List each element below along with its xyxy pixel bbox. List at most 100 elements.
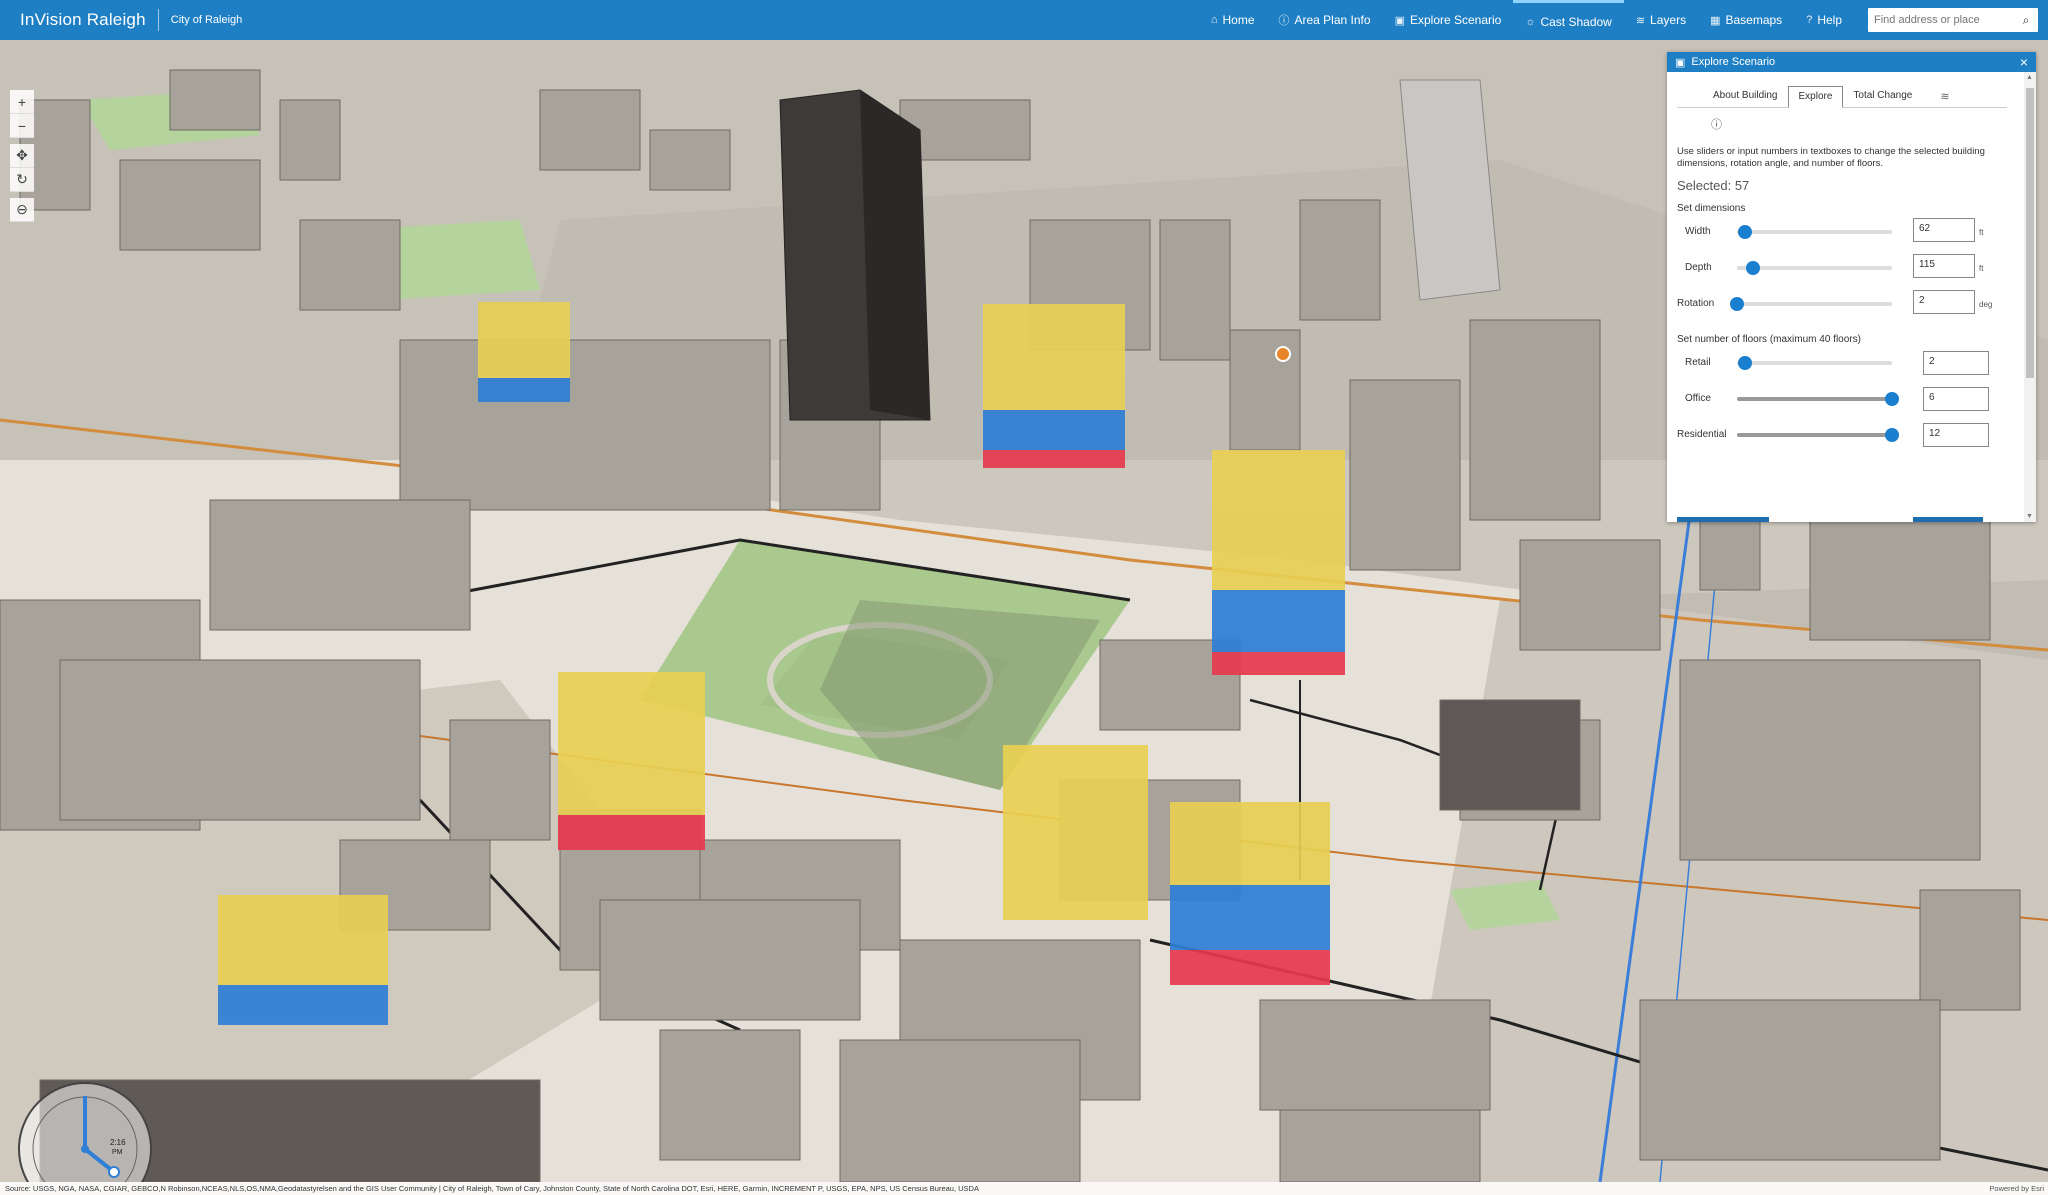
time-compass[interactable]: 2:16 PM	[16, 1080, 154, 1182]
residential-input[interactable]: 12	[1923, 423, 1989, 447]
close-icon[interactable]: ×	[2020, 54, 2028, 70]
office-row: Office 6	[1677, 381, 2012, 417]
scroll-up-icon[interactable]: ▲	[2026, 74, 2033, 81]
nav-label: Home	[1222, 13, 1255, 27]
rotate-button[interactable]: ↻	[10, 168, 34, 192]
scenario-icon: ▣	[1394, 14, 1405, 27]
depth-unit: ft	[1979, 264, 1984, 273]
main-nav: ⌂ Home ⓘ Area Plan Info ▣ Explore Scenario …	[1199, 0, 2048, 40]
nav-label: Basemaps	[1725, 13, 1783, 27]
scroll-thumb[interactable]	[2026, 88, 2034, 378]
depth-label: Depth	[1685, 262, 1712, 273]
nav-cast-shadow[interactable]: ☼ Cast Shadow	[1513, 0, 1624, 40]
selected-count: Selected: 57	[1677, 178, 1750, 193]
rotation-input[interactable]: 2	[1913, 290, 1975, 314]
tab-explore[interactable]: Explore	[1787, 86, 1844, 108]
search-box: ⌕	[1868, 8, 2038, 32]
rotation-row: Rotation 2 deg	[1677, 286, 2012, 322]
nav-label: Layers	[1650, 13, 1687, 27]
help-icon: ?	[1806, 14, 1813, 26]
app-header: InVision Raleigh City of Raleigh ⌂ Home ⓘ…	[0, 0, 2048, 40]
retail-label: Retail	[1685, 357, 1711, 368]
apply-button[interactable]	[1677, 517, 1769, 522]
residential-label: Residential	[1677, 429, 1727, 440]
tab-about-building[interactable]: About Building	[1703, 86, 1788, 108]
scroll-down-icon[interactable]: ▼	[2026, 513, 2033, 520]
compass-button[interactable]: ⊖	[10, 198, 34, 222]
pan-button[interactable]: ✥	[10, 144, 34, 168]
panel-scrollbar[interactable]: ▲ ▼	[2024, 72, 2036, 522]
tab-total-change[interactable]: Total Change	[1843, 86, 1922, 108]
nav-label: Help	[1817, 13, 1842, 27]
map-controls: + − ✥ ↻ ⊖	[10, 90, 36, 222]
city-link[interactable]: City of Raleigh	[171, 14, 243, 26]
retail-slider[interactable]	[1737, 356, 1892, 370]
reset-button[interactable]	[1913, 517, 1983, 522]
retail-slider-thumb[interactable]	[1737, 356, 1752, 370]
depth-slider[interactable]	[1737, 261, 1892, 275]
explore-scenario-panel: ▣ Explore Scenario × About Building Expl…	[1667, 52, 2036, 522]
width-slider-thumb[interactable]	[1737, 225, 1752, 239]
depth-slider-thumb[interactable]	[1745, 261, 1760, 275]
compass-time: 2:16	[110, 1138, 126, 1147]
layers-icon[interactable]: ≋	[1940, 90, 1949, 103]
office-label: Office	[1685, 393, 1711, 404]
width-label: Width	[1685, 226, 1711, 237]
brand-divider	[157, 9, 159, 31]
instructions-text: Use sliders or input numbers in textboxe…	[1677, 146, 1985, 169]
width-unit: ft	[1979, 228, 1984, 237]
nav-label: Cast Shadow	[1540, 14, 1612, 29]
clock-icon: 2:16 PM	[18, 1082, 152, 1182]
nav-layers[interactable]: ≋ Layers	[1624, 0, 1698, 40]
width-slider[interactable]	[1737, 225, 1892, 239]
nav-label: Area Plan Info	[1294, 13, 1371, 27]
nav-home[interactable]: ⌂ Home	[1199, 0, 1267, 40]
zoom-out-button[interactable]: −	[10, 114, 34, 138]
dimensions-heading: Set dimensions	[1677, 203, 1746, 214]
residential-slider-fill	[1737, 433, 1892, 437]
floors-heading: Set number of floors (maximum 40 floors)	[1677, 334, 1861, 345]
attribution-bar: Source: USGS, NGA, NASA, CGIAR, GEBCO,N …	[0, 1182, 2048, 1195]
width-input[interactable]: 62	[1913, 218, 1975, 242]
residential-row: Residential 12	[1677, 417, 2012, 453]
sun-icon: ☼	[1525, 15, 1536, 28]
info-icon: ⓘ	[1278, 15, 1290, 27]
app-title[interactable]: InVision Raleigh	[20, 10, 146, 30]
nav-basemaps[interactable]: ▦ Basemaps	[1698, 0, 1794, 40]
brand: InVision Raleigh City of Raleigh	[0, 9, 242, 31]
office-slider-thumb[interactable]	[1885, 392, 1899, 406]
search-input[interactable]	[1868, 9, 2014, 31]
nav-label: Explore Scenario	[1409, 13, 1502, 27]
rotation-slider-thumb[interactable]	[1730, 297, 1744, 311]
office-slider[interactable]	[1737, 392, 1899, 406]
rotation-unit: deg	[1979, 300, 1993, 309]
depth-row: Depth 115 ft	[1677, 250, 2012, 286]
depth-input[interactable]: 115	[1913, 254, 1975, 278]
residential-slider-thumb[interactable]	[1885, 428, 1899, 442]
rotation-label: Rotation	[1677, 298, 1715, 309]
home-icon: ⌂	[1210, 14, 1218, 26]
nav-area-plan-info[interactable]: ⓘ Area Plan Info	[1267, 0, 1383, 40]
zoom-in-button[interactable]: +	[10, 90, 34, 114]
basemap-icon: ▦	[1710, 14, 1721, 27]
office-slider-fill	[1737, 397, 1892, 401]
powered-by[interactable]: Powered by Esri	[1989, 1184, 2044, 1193]
panel-icon: ▣	[1675, 56, 1686, 69]
info-icon[interactable]: ⓘ	[1711, 116, 1727, 132]
office-input[interactable]: 6	[1923, 387, 1989, 411]
rotation-slider[interactable]	[1730, 297, 1892, 311]
nav-help[interactable]: ? Help	[1794, 0, 1854, 40]
layers-icon: ≋	[1635, 14, 1646, 27]
nav-explore-scenario[interactable]: ▣ Explore Scenario	[1383, 0, 1514, 40]
panel-title: Explore Scenario	[1691, 56, 1776, 68]
attribution-text: Source: USGS, NGA, NASA, CGIAR, GEBCO,N …	[5, 1184, 979, 1193]
retail-input[interactable]: 2	[1923, 351, 1989, 375]
residential-slider[interactable]	[1737, 428, 1899, 442]
panel-tabs: About Building Explore Total Change ≋	[1677, 86, 2007, 108]
search-icon[interactable]: ⌕	[2014, 13, 2038, 28]
retail-row: Retail 2	[1677, 345, 2012, 381]
panel-body: About Building Explore Total Change ≋ ⓘ …	[1667, 72, 2022, 522]
compass-ampm: PM	[112, 1149, 123, 1156]
panel-header: ▣ Explore Scenario ×	[1667, 52, 2036, 72]
width-row: Width 62 ft	[1677, 214, 2012, 250]
